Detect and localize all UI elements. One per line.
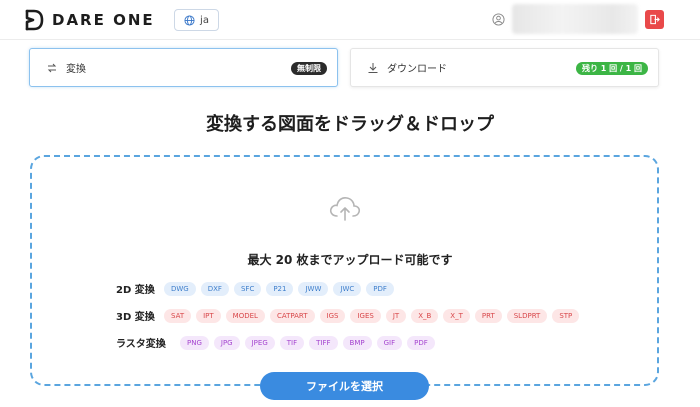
- format-chip-d2: JWW: [298, 281, 329, 296]
- format-chip-d2: JWC: [333, 281, 362, 296]
- header: DARE ONE ja: [0, 0, 700, 40]
- format-chip-d3: SAT: [164, 308, 192, 323]
- format-chips-3d: SAT IPT MODEL CATPART IGS IGES JT X_B X_T PRT SLDP…: [164, 308, 580, 323]
- tab-download[interactable]: ダウンロード 残り 1 回 / 1 回: [350, 48, 659, 87]
- format-chips-2d: DWG DXF SFC P21 JWW JWC PDF: [164, 281, 394, 296]
- format-chip-raster: GIF: [376, 335, 403, 350]
- format-chip-raster: BMP: [342, 335, 372, 350]
- download-icon: [367, 62, 379, 74]
- format-chip-d2: DXF: [200, 281, 229, 296]
- file-dropzone[interactable]: [30, 155, 659, 386]
- format-chip-d3: CATPART: [269, 308, 315, 323]
- format-row-2d: 2D 変換 DWG DXF SFC P21 JWW JWC PDF: [116, 281, 394, 296]
- tab-convert-label: 変換: [66, 64, 86, 75]
- format-chip-d3: X_T: [443, 308, 470, 323]
- format-chip-raster: PDF: [407, 335, 435, 350]
- format-chip-d2: P21: [266, 281, 294, 296]
- dare-one-logo-icon: [25, 9, 44, 31]
- select-file-button[interactable]: ファイルを選択: [260, 372, 429, 400]
- format-chip-d3: X_B: [411, 308, 439, 323]
- logout-icon: [650, 14, 660, 25]
- upload-limit-text: 最大 20 枚までアップロード可能です: [247, 253, 453, 267]
- format-chip-d2: SFC: [233, 281, 262, 296]
- logo-text: DARE ONE: [52, 11, 155, 29]
- format-chip-d3: STP: [552, 308, 580, 323]
- format-label-3d: 3D 変換: [116, 312, 155, 323]
- user-icon[interactable]: [492, 13, 505, 26]
- format-chip-raster: JPG: [213, 335, 240, 350]
- logout-button[interactable]: [645, 10, 664, 29]
- tab-download-label: ダウンロード: [387, 64, 447, 75]
- format-chip-raster: PNG: [180, 335, 209, 350]
- format-chip-d3: JT: [385, 308, 407, 323]
- tab-convert[interactable]: 変換 無制限: [29, 48, 338, 87]
- convert-icon: [46, 62, 58, 74]
- language-label: ja: [200, 14, 209, 26]
- format-chip-d2: DWG: [164, 281, 196, 296]
- format-chip-d3: IPT: [196, 308, 221, 323]
- unlimited-badge: 無制限: [291, 62, 327, 75]
- user-name-blurred: [512, 4, 638, 34]
- format-chip-d2: PDF: [366, 281, 394, 296]
- globe-icon: [184, 14, 195, 26]
- format-row-raster: ラスタ変換 PNG JPG JPEG TIF TIFF BMP GIF PDF: [116, 335, 435, 350]
- format-row-3d: 3D 変換 SAT IPT MODEL CATPART IGS IGES JT X_B X_T P…: [116, 308, 580, 323]
- format-chip-d3: MODEL: [225, 308, 265, 323]
- format-label-2d: 2D 変換: [116, 285, 155, 296]
- format-chip-raster: TIFF: [309, 335, 338, 350]
- cloud-upload-icon: [329, 197, 361, 221]
- format-chip-d3: SLDPRT: [506, 308, 548, 323]
- page-title: 変換する図面をドラッグ＆ドロップ: [206, 114, 494, 135]
- format-chip-raster: TIF: [279, 335, 305, 350]
- format-chip-d3: IGS: [319, 308, 346, 323]
- format-chip-raster: JPEG: [244, 335, 275, 350]
- format-chip-d3: PRT: [474, 308, 502, 323]
- logo[interactable]: DARE ONE: [24, 9, 155, 31]
- format-chip-d3: IGES: [350, 308, 381, 323]
- format-chips-raster: PNG JPG JPEG TIF TIFF BMP GIF PDF: [180, 335, 435, 350]
- language-selector[interactable]: ja: [174, 9, 219, 31]
- remaining-badge: 残り 1 回 / 1 回: [576, 62, 648, 75]
- format-label-raster: ラスタ変換: [116, 339, 166, 350]
